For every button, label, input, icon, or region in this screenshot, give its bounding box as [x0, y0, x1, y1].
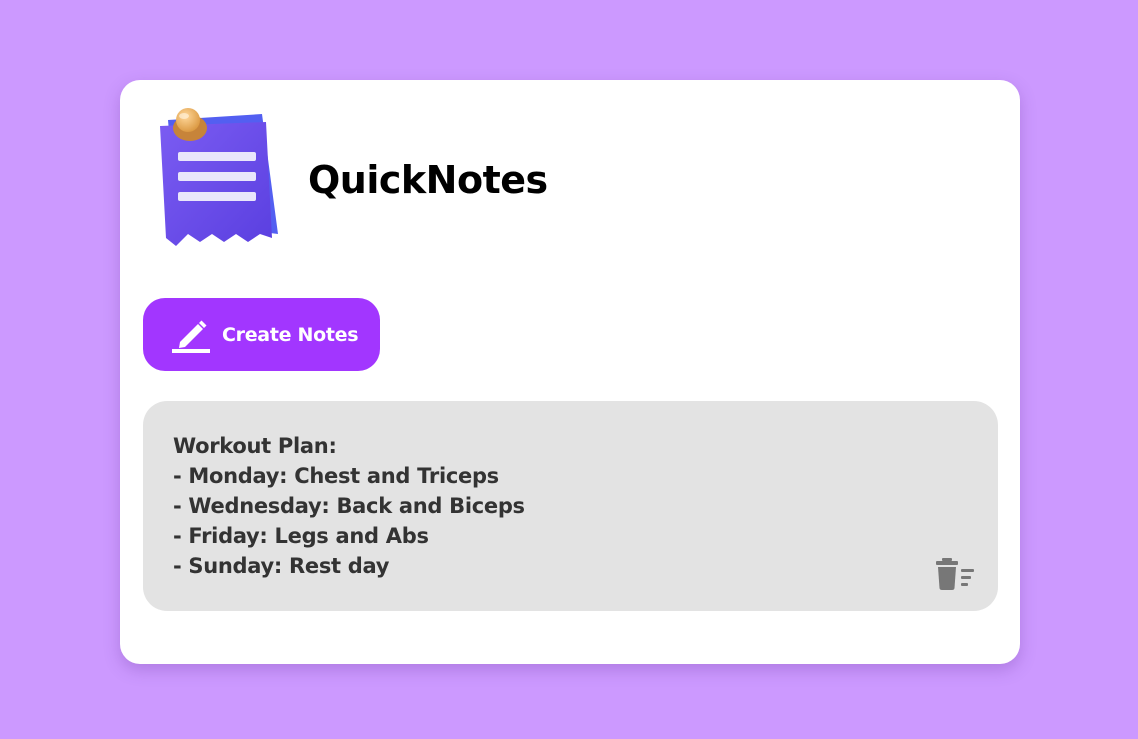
note-line: - Monday: Chest and Triceps	[173, 464, 499, 488]
delete-note-button[interactable]	[936, 558, 976, 590]
trash-list-icon	[936, 558, 974, 590]
app-title: QuickNotes	[308, 158, 548, 202]
app-header: QuickNotes	[154, 106, 548, 254]
create-notes-button[interactable]: Create Notes	[143, 298, 380, 371]
note-line: - Friday: Legs and Abs	[173, 524, 429, 548]
pencil-edit-icon	[172, 320, 210, 353]
note-content[interactable]: Workout Plan: - Monday: Chest and Tricep…	[173, 431, 968, 581]
create-notes-label: Create Notes	[222, 323, 359, 346]
note-line: Workout Plan:	[173, 434, 337, 458]
note-card[interactable]: Workout Plan: - Monday: Chest and Tricep…	[143, 401, 998, 611]
app-card: QuickNotes Create Notes Workout Plan: - …	[120, 80, 1020, 664]
note-line: - Sunday: Rest day	[173, 554, 390, 578]
note-line: - Wednesday: Back and Biceps	[173, 494, 525, 518]
notepad-pin-icon	[160, 108, 278, 246]
